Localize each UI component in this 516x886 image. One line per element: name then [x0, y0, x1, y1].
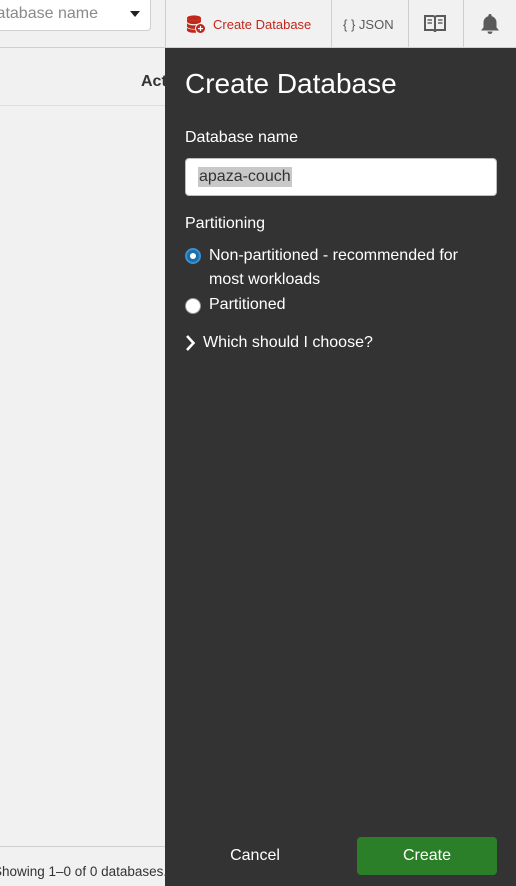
database-name-value: apaza-couch	[198, 167, 292, 187]
non-partitioned-line2: most workloads	[209, 271, 321, 288]
create-database-button[interactable]: Create Database	[186, 0, 311, 48]
database-search-placeholder: Database name	[0, 5, 98, 22]
database-add-icon	[187, 15, 206, 34]
non-partitioned-line1: Non-partitioned - recommended for	[209, 247, 459, 264]
chevron-right-icon	[186, 335, 195, 351]
json-label: { } JSON	[343, 16, 394, 32]
cancel-button[interactable]: Cancel	[195, 837, 315, 875]
chevron-down-icon[interactable]	[130, 11, 140, 17]
top-toolbar: Database name Create Database { }	[0, 0, 516, 48]
database-count-text: Showing 1–0 of 0 databases.	[0, 864, 168, 879]
bell-icon	[481, 14, 499, 34]
partitioning-label: Partitioning	[185, 215, 266, 232]
tray-title: Create Database	[185, 68, 397, 99]
notifications-button[interactable]	[479, 0, 501, 48]
toolbar-divider	[408, 0, 409, 48]
create-button[interactable]: Create	[357, 837, 497, 875]
book-icon	[424, 15, 446, 33]
which-should-i-choose-label: Which should I choose?	[203, 334, 373, 351]
database-search-combobox[interactable]: Database name	[0, 0, 151, 31]
documentation-button[interactable]	[424, 0, 446, 48]
partitioned-option-label[interactable]: Partitioned	[209, 293, 286, 317]
toolbar-divider	[165, 0, 166, 48]
create-database-label: Create Database	[213, 16, 312, 32]
toolbar-divider	[463, 0, 464, 48]
non-partitioned-radio[interactable]	[185, 248, 201, 264]
database-name-label: Database name	[185, 129, 298, 146]
toolbar-divider	[331, 0, 332, 48]
json-button[interactable]: { } JSON	[343, 0, 394, 48]
which-should-i-choose-toggle[interactable]: Which should I choose?	[185, 334, 373, 352]
create-database-tray: Create Database Database name apaza-couc…	[165, 48, 516, 886]
app-root: Database name Create Database { }	[0, 0, 516, 886]
partitioned-radio[interactable]	[185, 298, 201, 314]
non-partitioned-option-label[interactable]: Non-partitioned - recommended for most w…	[209, 244, 458, 292]
database-name-input[interactable]: apaza-couch	[185, 158, 497, 196]
